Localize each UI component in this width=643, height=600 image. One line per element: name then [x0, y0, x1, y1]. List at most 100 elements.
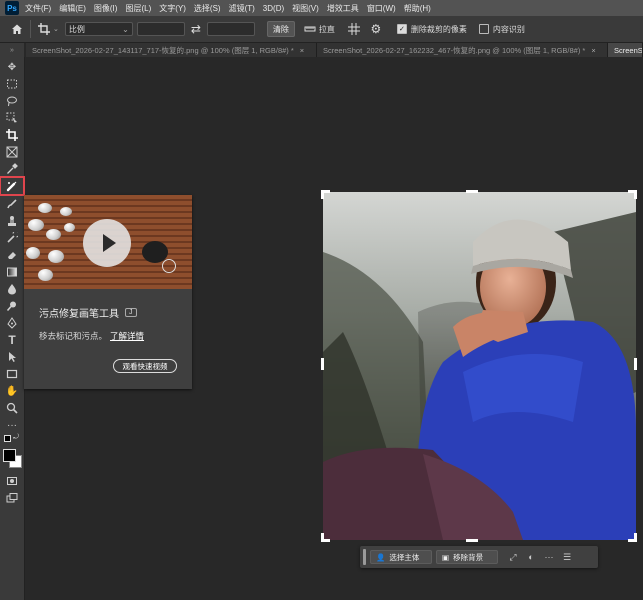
eraser-tool-icon[interactable] [3, 248, 21, 262]
menu-window[interactable]: 窗口(W) [367, 3, 396, 14]
document-tab-label: ScreenShot_2026-02-27_162232_467-恢复的.png… [323, 45, 586, 55]
clear-button[interactable]: 清除 [266, 21, 295, 37]
menu-help[interactable]: 帮助(H) [404, 3, 431, 14]
toolbar-collapse-icon[interactable]: » [0, 43, 24, 57]
watch-video-button[interactable]: 观看快速视频 [113, 359, 177, 373]
menu-bar: Ps 文件(F) 编辑(E) 图像(I) 图层(L) 文字(Y) 选择(S) 滤… [0, 0, 643, 16]
height-field[interactable] [206, 22, 255, 36]
lasso-tool-icon[interactable] [3, 94, 21, 108]
menu-view[interactable]: 视图(V) [292, 3, 319, 14]
tooltip-preview-image[interactable] [24, 195, 192, 289]
default-colors-icon [4, 435, 11, 442]
canvas-image[interactable] [323, 192, 636, 540]
menu-edit[interactable]: 编辑(E) [59, 3, 86, 14]
remove-background-button[interactable]: ▣ 移除背景 [436, 550, 498, 564]
foreground-color-swatch[interactable] [3, 449, 16, 462]
crop-handle-corner-bl[interactable] [321, 533, 324, 542]
menu-file[interactable]: 文件(F) [25, 3, 51, 14]
options-bar: ⌄ 比例 ⌄ ⇄ 清除 拉直 ⚙ ✓ 删除裁剪的像素 内容识别 [0, 16, 643, 43]
rectangle-tool-icon[interactable] [3, 367, 21, 381]
quick-mask-icon[interactable] [3, 474, 21, 488]
close-icon[interactable]: × [300, 46, 304, 55]
person-icon: 👤 [376, 552, 386, 562]
home-icon[interactable] [8, 20, 26, 38]
screen-mode-icon[interactable] [3, 491, 21, 505]
edit-toolbar-icon[interactable]: ··· [3, 418, 21, 432]
menu-image[interactable]: 图像(I) [94, 3, 118, 14]
drag-handle-icon[interactable] [363, 549, 366, 565]
crop-handle-corner-br[interactable] [634, 533, 637, 542]
chevron-down-icon[interactable]: ⌄ [53, 25, 59, 33]
document-tab-label: ScreenShot_2026-02-27_143117_717-恢复的.png… [32, 45, 294, 55]
delete-cropped-checkbox[interactable]: ✓ 删除裁剪的像素 [396, 24, 467, 35]
brush-cursor-decoration [162, 259, 176, 273]
clone-stamp-tool-icon[interactable] [3, 214, 21, 228]
document-tab[interactable]: ScreenShot_2026-02-27_143117_717-恢复的.png… [26, 43, 317, 57]
gradient-tool-icon[interactable] [3, 265, 21, 279]
learn-more-link[interactable]: 了解详情 [110, 331, 144, 341]
menu-select[interactable]: 选择(S) [194, 3, 221, 14]
remove-background-label: 移除背景 [453, 552, 484, 562]
stone-decoration [60, 207, 72, 216]
marquee-tool-icon[interactable] [3, 77, 21, 91]
play-icon[interactable] [83, 219, 131, 267]
gear-icon[interactable]: ⚙ [367, 20, 385, 38]
select-subject-label: 选择主体 [389, 552, 420, 562]
crop-preset-icon[interactable] [35, 20, 53, 38]
type-tool-icon[interactable]: T [3, 333, 21, 347]
swap-colors-icon: ⤾ [13, 434, 19, 441]
eyedropper-tool-icon[interactable] [3, 162, 21, 176]
spot-healing-brush-tool-icon[interactable] [0, 176, 25, 196]
checkbox-checked-icon: ✓ [396, 24, 407, 34]
pen-tool-icon[interactable] [3, 316, 21, 330]
crop-tool-icon[interactable] [3, 128, 21, 142]
brush-tool-icon[interactable] [3, 197, 21, 211]
dodge-tool-icon[interactable] [3, 299, 21, 313]
more-options-icon[interactable]: ··· [540, 550, 558, 564]
straighten-icon[interactable] [301, 20, 319, 38]
menu-layer[interactable]: 图层(L) [125, 3, 151, 14]
zoom-tool-icon[interactable] [3, 401, 21, 415]
reset-colors-icon[interactable]: ⤾ [3, 434, 21, 448]
crop-handle-corner-tl[interactable] [321, 190, 324, 199]
stone-decoration [64, 223, 75, 232]
crop-handle-left[interactable] [321, 358, 324, 370]
crop-handle-bottom[interactable] [466, 539, 478, 542]
adjustment-icon[interactable]: ◐ [522, 550, 540, 564]
close-icon[interactable]: × [591, 46, 595, 55]
tooltip-shortcut: J [125, 308, 137, 317]
crop-handle-right[interactable] [634, 358, 637, 370]
select-subject-button[interactable]: 👤 选择主体 [370, 550, 432, 564]
move-tool-icon[interactable]: ✥ [3, 60, 21, 74]
content-aware-checkbox[interactable]: 内容识别 [478, 24, 525, 35]
swap-icon[interactable]: ⇄ [185, 20, 207, 38]
menu-filter[interactable]: 滤镜(T) [229, 3, 255, 14]
tool-tooltip-panel: 污点修复画笔工具 J 移去标记和污点。 了解详情 观看快速视频 [24, 195, 192, 389]
ratio-select[interactable]: 比例 ⌄ [64, 22, 133, 36]
crop-handle-top[interactable] [466, 190, 478, 193]
ratio-select-value: 比例 [68, 24, 85, 34]
object-selection-tool-icon[interactable] [3, 111, 21, 125]
crop-handle-corner-tr[interactable] [634, 190, 637, 199]
path-selection-tool-icon[interactable] [3, 350, 21, 364]
blur-tool-icon[interactable] [3, 282, 21, 296]
straighten-label[interactable]: 拉直 [319, 24, 335, 35]
tooltip-tool-name: 污点修复画笔工具 [39, 309, 119, 320]
stone-decoration [38, 269, 53, 281]
menu-3d[interactable]: 3D(D) [263, 4, 284, 13]
image-icon: ▣ [442, 552, 450, 562]
grid-overlay-icon[interactable] [345, 20, 363, 38]
menu-type[interactable]: 文字(Y) [159, 3, 186, 14]
history-brush-tool-icon[interactable] [3, 231, 21, 245]
portrait-photo [323, 192, 636, 540]
settings-sliders-icon[interactable]: ☰ [558, 550, 576, 564]
document-tab[interactable]: ScreenShot_2026-02-27_162232_467-恢复的.png… [317, 43, 608, 57]
frame-tool-icon[interactable] [3, 145, 21, 159]
transform-icon[interactable]: ⤢ [504, 550, 522, 564]
document-tab-label: ScreenSh [614, 45, 643, 55]
hand-tool-icon[interactable]: ✋ [3, 384, 21, 398]
document-tab-active[interactable]: ScreenSh [608, 43, 643, 57]
width-field[interactable] [136, 22, 185, 36]
menu-plugins[interactable]: 增效工具 [327, 3, 359, 14]
tools-panel: ✥ T ✋ ··· ⤾ [0, 57, 25, 600]
